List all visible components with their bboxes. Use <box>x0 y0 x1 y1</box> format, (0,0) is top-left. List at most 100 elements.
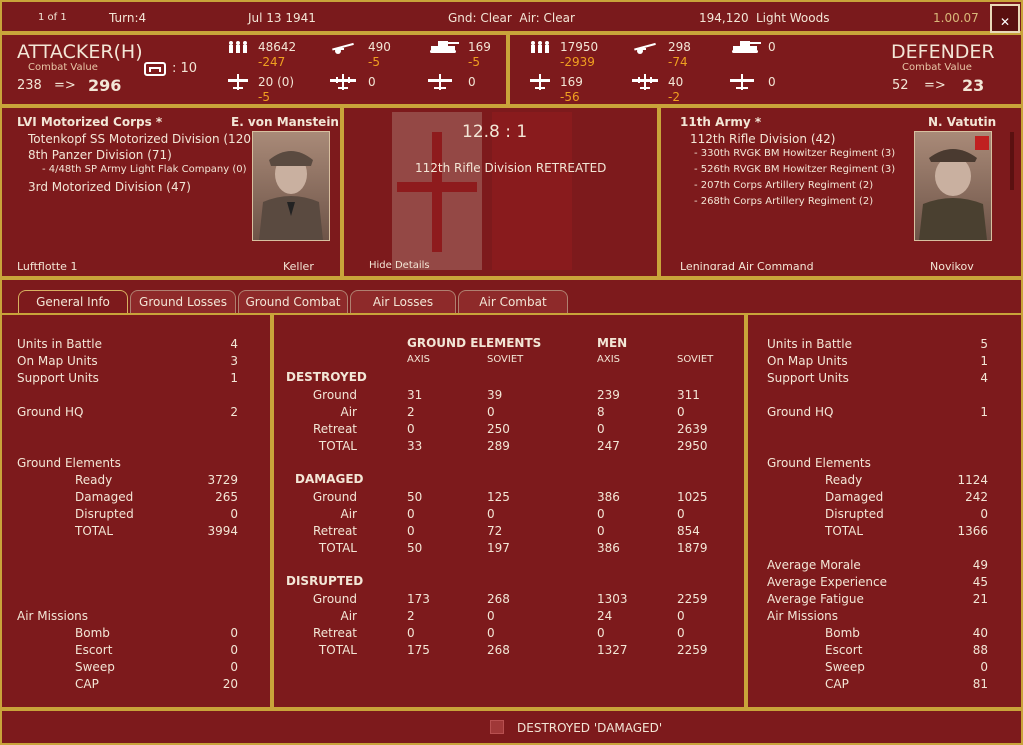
attacker-unit[interactable]: - 4/48th SP Army Light Flak Company (0) <box>42 164 247 175</box>
losses-cell: 0 <box>597 507 605 521</box>
losses-cell: 8 <box>597 405 605 419</box>
stat-value: 81 <box>972 677 988 691</box>
footer-bar <box>0 709 1023 745</box>
losses-cell: 289 <box>487 439 510 453</box>
losses-cell: 197 <box>487 541 510 555</box>
losses-cell: 0 <box>677 405 685 419</box>
stat-label: Escort <box>825 643 863 657</box>
stat-label: Ground HQ <box>17 405 84 419</box>
stat-label: TOTAL <box>825 524 864 538</box>
losses-cell: 0 <box>597 422 605 436</box>
close-button[interactable]: ✕ <box>990 4 1020 33</box>
defender-transports: 0 <box>768 75 776 89</box>
men-icon <box>530 41 550 53</box>
losses-cell: 0 <box>487 609 495 623</box>
attacker-guns-loss: -5 <box>368 55 380 69</box>
attacker-air-hq: Luftflotte 1 <box>17 260 78 270</box>
stat-value: 0 <box>230 660 238 674</box>
stat-label: On Map Units <box>767 354 848 368</box>
defender-commander[interactable]: N. Vatutin <box>928 115 996 129</box>
attacker-unit[interactable]: 8th Panzer Division (71) <box>28 148 172 162</box>
stat-value: 1 <box>980 405 988 419</box>
attacker-men-loss: -247 <box>258 55 286 69</box>
stat-label: Ready <box>75 473 113 487</box>
stat-label: Units in Battle <box>17 337 102 351</box>
defender-unit[interactable]: - 526th RVGK BM Howitzer Regiment (3) <box>694 164 895 175</box>
losses-cell: 0 <box>677 626 685 640</box>
losses-cell: 268 <box>487 592 510 606</box>
attacker-commander[interactable]: E. von Manstein <box>231 115 339 129</box>
losses-cell: 0 <box>487 626 495 640</box>
stat-value: 242 <box>965 490 988 504</box>
stat-value: 5 <box>980 337 988 351</box>
attacker-unit[interactable]: 3rd Motorized Division (47) <box>28 180 191 194</box>
losses-cell: 24 <box>597 609 613 623</box>
losses-section-title: DISRUPTED <box>286 574 364 588</box>
stat-section-title: Air Missions <box>767 609 839 623</box>
stat-value: 1366 <box>957 524 988 538</box>
version-label: 1.00.07 <box>933 11 979 25</box>
losses-cell: 50 <box>407 490 423 504</box>
losses-cell: 0 <box>597 524 605 538</box>
fort-level: : 10 <box>172 61 198 76</box>
stat-label: Support Units <box>17 371 99 385</box>
stat-value: 3994 <box>207 524 238 538</box>
attacker-unit[interactable]: Totenkopf SS Motorized Division (120) <box>28 132 256 146</box>
losses-cell: 0 <box>487 405 495 419</box>
attacker-air-commander: Keller <box>283 260 314 270</box>
col-soviet: SOVIET <box>487 354 524 365</box>
losses-cell: 2 <box>407 609 415 623</box>
defender-air-hq: Leningrad Air Command <box>680 260 814 270</box>
attacker-cv-to: 296 <box>88 76 122 95</box>
losses-cell: 2259 <box>677 592 708 606</box>
stat-value: 1 <box>980 354 988 368</box>
losses-cell: 2 <box>407 405 415 419</box>
defender-guns: 298 <box>668 40 691 54</box>
col-soviet: SOVIET <box>677 354 714 365</box>
defender-units-scrollbar[interactable] <box>1010 132 1014 190</box>
tab-air-combat[interactable]: Air Combat <box>458 290 568 313</box>
tab-air-losses[interactable]: Air Losses <box>350 290 456 313</box>
stat-label: TOTAL <box>75 524 114 538</box>
hex-location: 194,120 <box>699 11 749 25</box>
col-axis: AXIS <box>597 354 620 365</box>
stat-value: 1124 <box>957 473 988 487</box>
defender-cv-to: 23 <box>962 76 985 95</box>
losses-cell: 2950 <box>677 439 708 453</box>
attacker-fighters-loss: -5 <box>258 90 270 104</box>
losses-cell: 0 <box>407 507 415 521</box>
losses-cell: 386 <box>597 490 620 504</box>
defender-men-loss: -2939 <box>560 55 595 69</box>
losses-cell: 1025 <box>677 490 708 504</box>
tab-ground-combat[interactable]: Ground Combat <box>238 290 348 313</box>
defender-unit[interactable]: - 207th Corps Artillery Regiment (2) <box>694 180 873 191</box>
top-bar: 1 of 1 Turn:4 Jul 13 1941 Gnd: Clear Air… <box>0 0 1023 33</box>
defender-unit[interactable]: - 268th Corps Artillery Regiment (2) <box>694 196 873 207</box>
defender-unit[interactable]: 112th Rifle Division (42) <box>690 132 835 146</box>
losses-row-label: Retreat <box>313 422 357 436</box>
stat-value: 4 <box>230 337 238 351</box>
stat-value: 88 <box>972 643 988 657</box>
defender-army-name[interactable]: 11th Army * <box>680 115 761 129</box>
tab-general-info[interactable]: General Info <box>18 290 128 313</box>
tab-ground-losses[interactable]: Ground Losses <box>130 290 236 313</box>
losses-cell: 31 <box>407 388 423 402</box>
tank-icon <box>730 40 762 54</box>
losses-cell: 39 <box>487 388 503 402</box>
losses-row-label: TOTAL <box>318 541 357 555</box>
losses-cell: 175 <box>407 643 430 657</box>
defender-unit[interactable]: - 330th RVGK BM Howitzer Regiment (3) <box>694 148 895 159</box>
losses-cell: 854 <box>677 524 700 538</box>
defender-men: 17950 <box>560 40 599 54</box>
attacker-corps-name[interactable]: LVI Motorized Corps * <box>17 115 162 129</box>
stat-label: Average Morale <box>767 558 861 572</box>
attacker-cv-arrow: => <box>54 78 76 93</box>
hide-details-link[interactable]: Hide Details <box>369 260 430 271</box>
stat-label: Disrupted <box>825 507 884 521</box>
stat-value: 0 <box>980 507 988 521</box>
defender-commander-portrait[interactable] <box>914 131 992 241</box>
stat-label: Bomb <box>825 626 860 640</box>
odds-ratio: 12.8 : 1 <box>462 122 528 142</box>
attacker-commander-portrait[interactable] <box>252 131 330 241</box>
stat-value: 1 <box>230 371 238 385</box>
